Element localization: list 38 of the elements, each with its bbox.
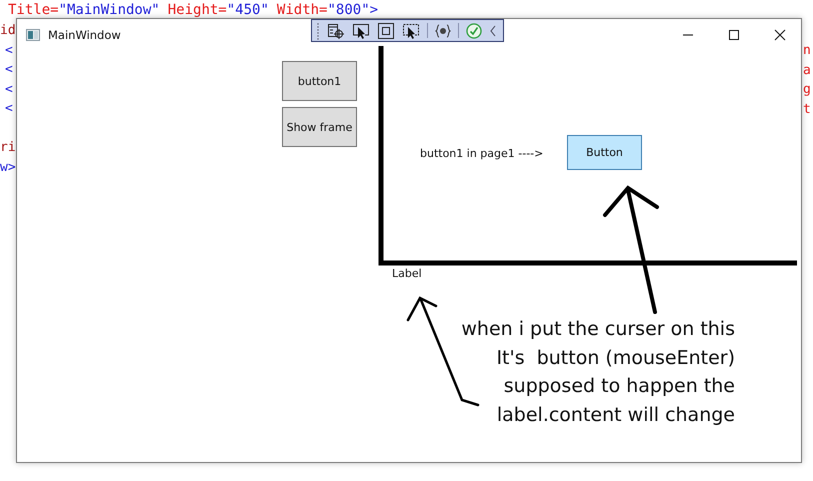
annotation-text: It's button (mouseEnter) [496, 346, 735, 370]
code-fragment: t [803, 100, 811, 118]
caption-text: button1 in page1 ----> [420, 147, 544, 160]
window-icon [26, 29, 40, 41]
select-region-icon[interactable] [402, 22, 420, 38]
code-fragment: ri [0, 139, 16, 157]
code-token: Height= [168, 1, 227, 19]
label-text: Label [392, 267, 422, 280]
code-fragment: < [4, 42, 13, 60]
page-button[interactable]: Button [567, 135, 642, 170]
code-fragment: < [4, 100, 13, 118]
frame-icon[interactable] [377, 22, 395, 38]
check-circle-icon[interactable] [466, 22, 482, 38]
annotation-text: when i put the curser on this [461, 317, 735, 342]
window-title: MainWindow [48, 28, 121, 42]
code-fragment: id [0, 22, 16, 40]
close-icon[interactable] [774, 29, 786, 41]
code-fragment: w> [0, 158, 16, 176]
collapse-chevron-icon[interactable] [489, 24, 497, 36]
window-button[interactable]: button1 [282, 61, 357, 101]
annotation-text: supposed to happen the [504, 374, 735, 399]
code-token: "800"> [327, 1, 378, 19]
annotation-text: label.content will change [496, 402, 735, 428]
code-fragment: g [803, 81, 811, 99]
maximize-icon[interactable] [728, 29, 740, 41]
code-fragment: a [803, 62, 811, 80]
code-fragment: < [4, 80, 13, 98]
select-cursor-icon[interactable] [352, 22, 370, 38]
binding-icon[interactable] [435, 24, 451, 38]
code-fragment: < [4, 61, 13, 79]
code-token: "450" [226, 1, 269, 19]
code-fragment: n [803, 42, 811, 60]
code-token: Title= [8, 1, 59, 19]
window-button[interactable]: Show frame [282, 107, 357, 147]
code-token: Width= [276, 1, 328, 19]
grip-icon[interactable] [316, 22, 320, 40]
code-token: "MainWindow" [58, 1, 160, 19]
tree-target-icon[interactable] [327, 22, 345, 38]
